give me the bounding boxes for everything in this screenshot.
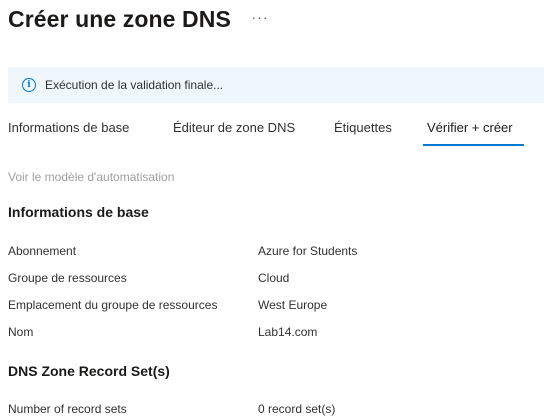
page-header: Créer une zone DNS <box>8 5 231 33</box>
subscription-value: Azure for Students <box>258 244 358 258</box>
basics-section-title: Informations de base <box>8 204 149 220</box>
info-icon: i <box>22 78 36 92</box>
record-sets-section-title: DNS Zone Record Set(s) <box>8 363 170 379</box>
tab-tags[interactable]: Étiquettes <box>334 113 392 145</box>
name-value: Lab14.com <box>258 325 318 339</box>
more-options-button[interactable]: ··· <box>252 6 268 28</box>
record-set-count-label: Number of record sets <box>8 402 127 416</box>
resource-group-label: Groupe de ressources <box>8 271 127 285</box>
automation-template-link[interactable]: Voir le modèle d'automatisation <box>8 170 174 184</box>
resource-group-location-value: West Europe <box>258 298 328 312</box>
record-set-count-value: 0 record set(s) <box>258 402 336 416</box>
validation-banner: i Exécution de la validation finale... <box>8 67 544 103</box>
active-tab-indicator <box>423 144 524 146</box>
subscription-label: Abonnement <box>8 244 77 258</box>
resource-group-value: Cloud <box>258 271 290 285</box>
tab-review-create[interactable]: Vérifier + créer <box>427 113 513 145</box>
name-label: Nom <box>8 325 34 339</box>
tab-dns-zone-editor[interactable]: Éditeur de zone DNS <box>173 113 295 145</box>
page-title: Créer une zone DNS <box>8 5 231 32</box>
resource-group-location-label: Emplacement du groupe de ressources <box>8 298 218 312</box>
tab-basics[interactable]: Informations de base <box>8 113 129 145</box>
banner-text: Exécution de la validation finale... <box>45 78 224 92</box>
